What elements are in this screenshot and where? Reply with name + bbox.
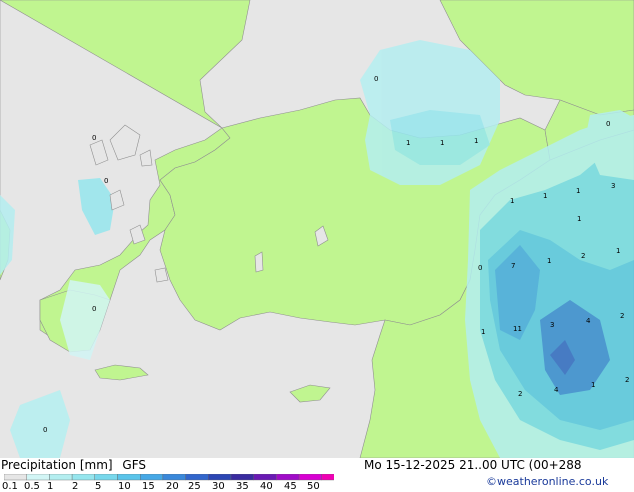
color-scale-label: 50 — [307, 481, 320, 492]
map-label: 1 — [591, 381, 595, 389]
color-scale-label: 0.5 — [24, 481, 40, 492]
color-scale-label: 10 — [118, 481, 131, 492]
map-label: 11 — [513, 325, 522, 333]
map-label: 1 — [577, 215, 581, 223]
color-scale-label: 20 — [166, 481, 179, 492]
map-label: 0 — [43, 426, 47, 434]
color-scale-label: 1 — [47, 481, 54, 492]
color-scale-box — [139, 474, 164, 481]
legend-bar: Precipitation [mm] GFS Mo 15-12-2025 21.… — [0, 458, 634, 492]
color-scale-box — [26, 474, 50, 481]
map-label: 1 — [616, 247, 620, 255]
color-scale-box — [230, 474, 254, 481]
map-label: 1 — [406, 139, 410, 147]
color-scale-box — [162, 474, 186, 481]
map-label: 1 — [440, 139, 444, 147]
map-label: 1 — [543, 192, 547, 200]
map-label: 1 — [481, 328, 485, 336]
map-label: 2 — [620, 312, 624, 320]
map-label: 0 — [104, 177, 108, 185]
map-label: 0 — [92, 134, 96, 142]
color-scale-box — [298, 474, 323, 481]
map-label: 0 — [606, 120, 610, 128]
map-label: 0 — [374, 75, 378, 83]
color-scale-label: 35 — [236, 481, 249, 492]
map-label: 7 — [511, 262, 515, 270]
model-name: GFS — [122, 458, 146, 472]
map-label: 2 — [581, 252, 585, 260]
color-scale-label: 40 — [260, 481, 273, 492]
color-scale-label: 2 — [72, 481, 79, 492]
map-label: 3 — [550, 321, 554, 329]
color-scale-label: 0.1 — [2, 481, 18, 492]
color-scale-label: 45 — [284, 481, 297, 492]
map-label: 0 — [478, 264, 482, 272]
title-text: Precipitation [mm] — [1, 458, 113, 472]
map-label: 4 — [586, 317, 591, 325]
color-scale-boxes — [4, 474, 334, 481]
map-label: 2 — [518, 390, 522, 398]
color-scale-box — [71, 474, 95, 481]
color-scale-label: 5 — [95, 481, 102, 492]
map-label: 1 — [547, 257, 551, 265]
color-scale-label: 30 — [212, 481, 225, 492]
color-scale-label: 15 — [142, 481, 155, 492]
color-scale-box — [253, 474, 277, 481]
map-label: 3 — [611, 182, 615, 190]
precipitation-map: 0 0 0 0 0 0 1 1 1 1 1 1 3 1 7 1 2 1 0 1 … — [0, 0, 634, 458]
map-label: 1 — [576, 187, 580, 195]
color-scale-box — [276, 474, 300, 481]
valid-time: Mo 15-12-2025 21..00 UTC (00+288 — [364, 458, 582, 472]
color-scale-label: 25 — [188, 481, 201, 492]
color-scale-box — [185, 474, 209, 481]
map-label: 2 — [625, 376, 629, 384]
map-label: 4 — [554, 386, 559, 394]
color-scale-box — [49, 474, 73, 481]
map-label: 0 — [92, 305, 96, 313]
map-title: Precipitation [mm] GFS — [1, 458, 146, 472]
map-label: 1 — [510, 197, 514, 205]
color-scale-box — [321, 474, 334, 481]
color-scale-box — [94, 474, 118, 481]
credit-text[interactable]: ©weatheronline.co.uk — [486, 475, 608, 488]
color-scale-box — [208, 474, 232, 481]
color-scale-box — [4, 474, 27, 481]
color-scale-box — [117, 474, 141, 481]
map-label: 1 — [474, 137, 478, 145]
